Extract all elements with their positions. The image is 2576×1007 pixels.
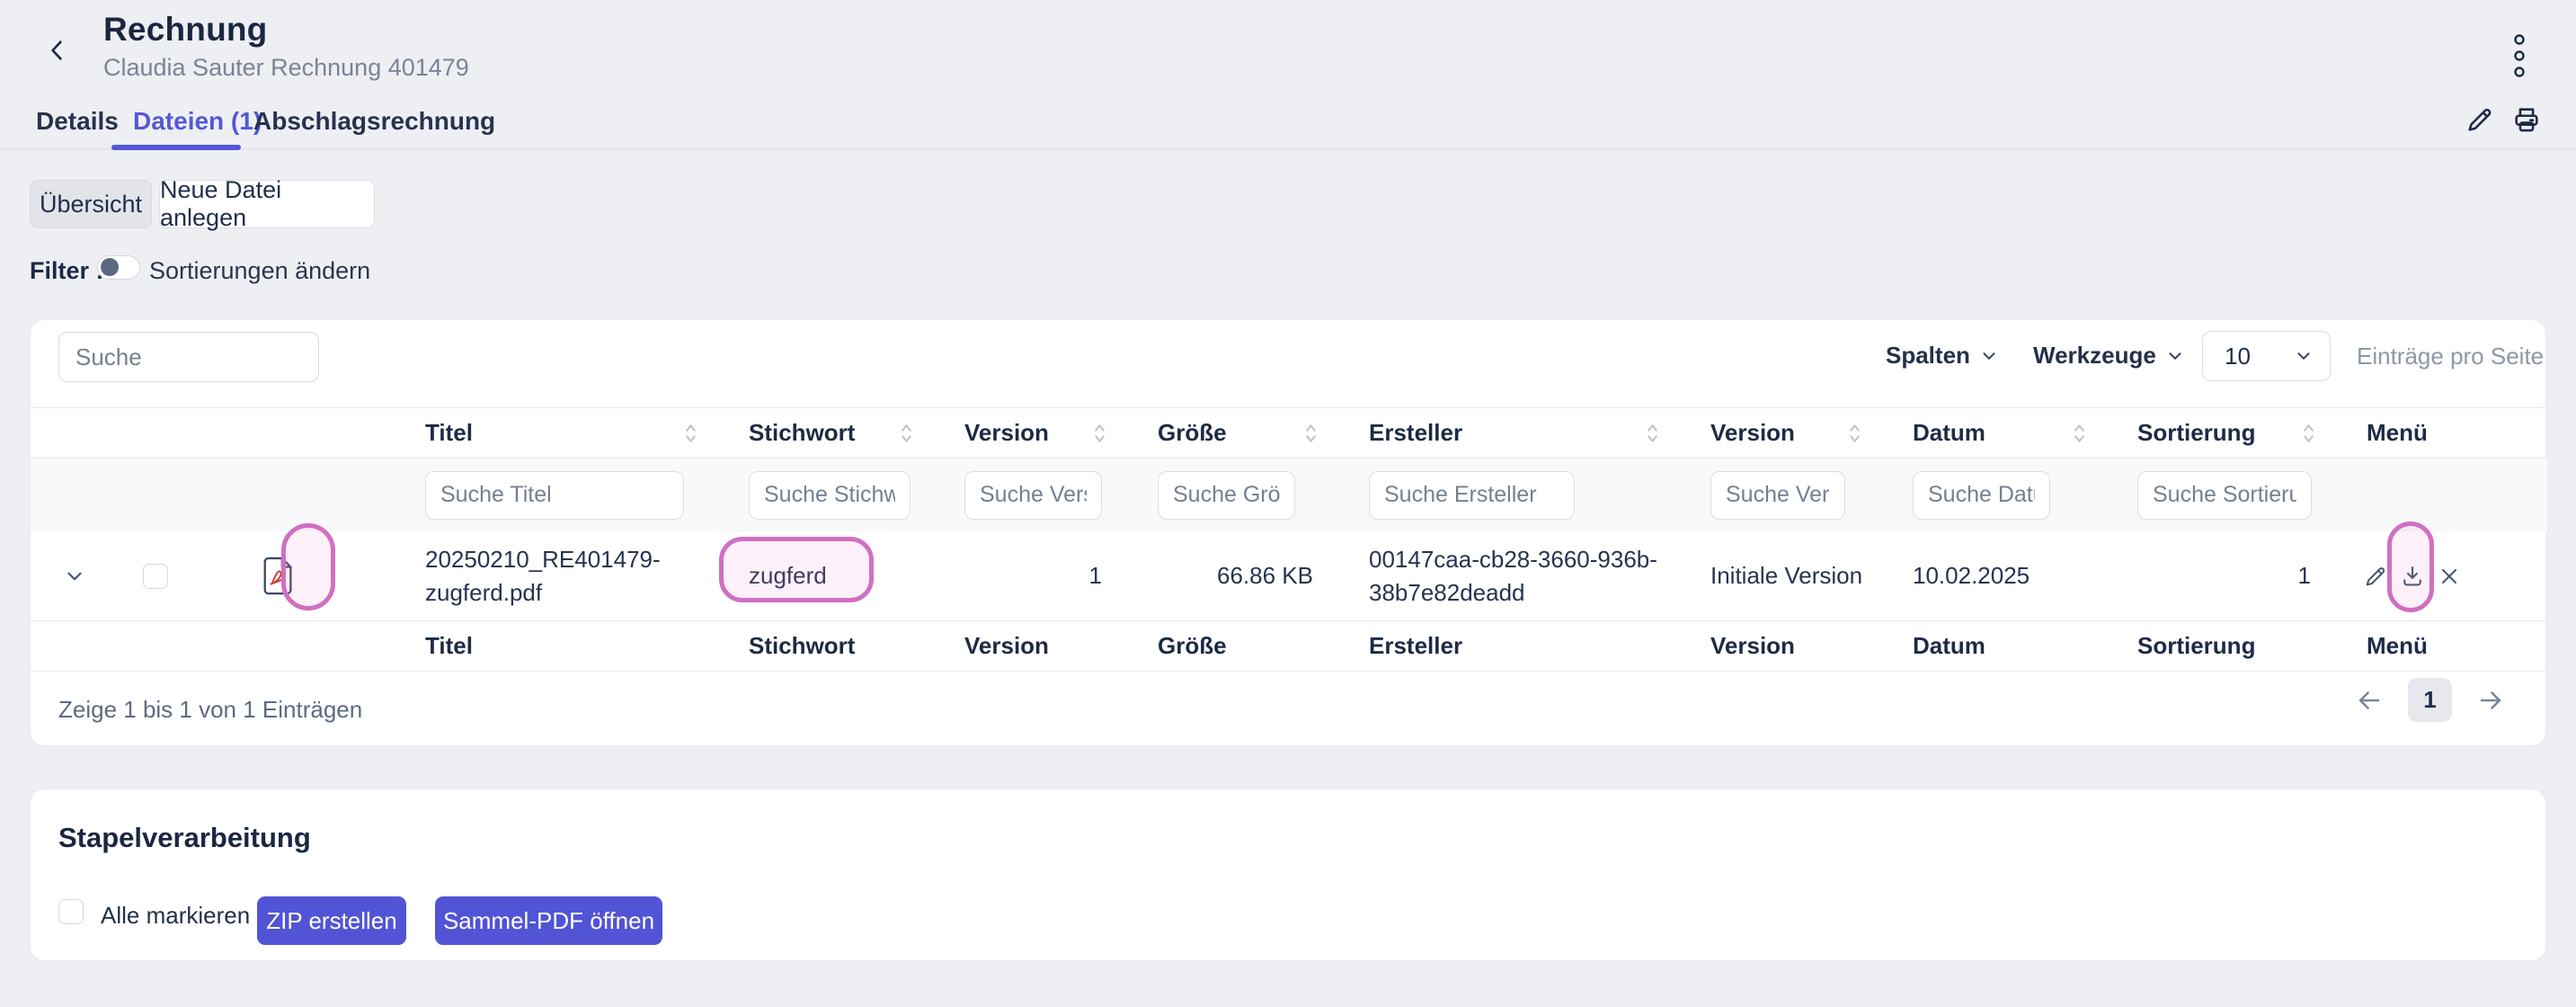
toggle-knob: [101, 258, 119, 276]
filter-datum-input[interactable]: [1913, 471, 2050, 520]
active-tab-underline: [111, 145, 241, 150]
overview-button[interactable]: Übersicht: [30, 180, 152, 228]
filter-stichwort-input[interactable]: [749, 471, 910, 520]
row-date: 10.02.2025: [1884, 531, 2109, 620]
filter-ersteller-input[interactable]: [1369, 471, 1575, 520]
pdf-file-icon[interactable]: [260, 556, 298, 597]
tab-details[interactable]: Details: [36, 107, 119, 136]
collective-pdf-button[interactable]: Sammel-PDF öffnen: [435, 896, 662, 945]
table-row: 20250210_RE401479-zugferd.pdf zugferd 1 …: [31, 531, 2547, 620]
chevron-down-icon: [2165, 346, 2185, 366]
print-icon[interactable]: [2511, 104, 2542, 135]
tab-abschlagsrechnung[interactable]: Abschlagsrechnung: [253, 107, 495, 136]
footer-header-ersteller: Ersteller: [1369, 632, 1462, 660]
page-size-label: Einträge pro Seite: [2357, 343, 2544, 370]
sort-icon[interactable]: [1305, 423, 1317, 444]
pagination: 1: [2354, 678, 2506, 722]
columns-dropdown-label: Spalten: [1886, 342, 1970, 370]
sort-icon[interactable]: [1647, 423, 1658, 444]
row-sort: 1: [2109, 531, 2338, 620]
sort-icon[interactable]: [2303, 423, 2314, 444]
table-footer-header-row: Titel Stichwort Version Größe Ersteller …: [31, 620, 2547, 672]
page-subtitle: Claudia Sauter Rechnung 401479: [103, 54, 469, 82]
search-input[interactable]: [58, 332, 319, 382]
row-expand-icon[interactable]: [31, 531, 118, 620]
tools-dropdown[interactable]: Werkzeuge: [2033, 342, 2185, 370]
filter-version-input[interactable]: [964, 471, 1102, 520]
row-title[interactable]: 20250210_RE401479-zugferd.pdf: [396, 531, 720, 620]
table-filter-row: [31, 459, 2547, 531]
row-size: 66.86 KB: [1129, 531, 1340, 620]
columns-dropdown[interactable]: Spalten: [1886, 342, 1999, 370]
footer-header-version: Version: [964, 632, 1049, 660]
footer-header-menu: Menü: [2367, 632, 2428, 660]
back-icon[interactable]: [43, 36, 72, 65]
sort-icon[interactable]: [685, 423, 697, 444]
filter-version2-input[interactable]: [1710, 471, 1845, 520]
row-keyword: zugferd: [720, 531, 936, 620]
sort-icon[interactable]: [2074, 423, 2085, 444]
entries-summary: Zeige 1 bis 1 von 1 Einträgen: [58, 696, 362, 724]
filter-groesse-input[interactable]: [1158, 471, 1295, 520]
chevron-down-icon: [1979, 346, 1999, 366]
chevron-down-icon: [2294, 346, 2314, 366]
row-edit-icon[interactable]: [2363, 564, 2388, 589]
column-header-version2[interactable]: Version: [1710, 419, 1795, 447]
tools-dropdown-label: Werkzeuge: [2033, 342, 2156, 370]
footer-header-version2: Version: [1710, 632, 1795, 660]
footer-header-datum: Datum: [1913, 632, 1985, 660]
footer-header-stichwort: Stichwort: [749, 632, 855, 660]
row-delete-icon[interactable]: [2437, 564, 2462, 589]
row-version: 1: [936, 531, 1129, 620]
footer-header-sortierung: Sortierung: [2137, 632, 2255, 660]
batch-title: Stapelverarbeitung: [58, 822, 311, 854]
zip-button[interactable]: ZIP erstellen: [257, 896, 406, 945]
files-table-card: Spalten Werkzeuge 10 Einträge pro Seite …: [30, 319, 2546, 746]
column-header-groesse[interactable]: Größe: [1158, 419, 1227, 447]
tab-dateien[interactable]: Dateien (1): [133, 107, 262, 136]
page-number-button[interactable]: 1: [2408, 678, 2452, 722]
row-version-label: Initiale Version: [1682, 531, 1884, 620]
row-checkbox[interactable]: [143, 564, 168, 589]
column-header-ersteller[interactable]: Ersteller: [1369, 419, 1462, 447]
filter-titel-input[interactable]: [425, 471, 684, 520]
footer-header-titel: Titel: [425, 632, 473, 660]
kebab-menu-icon[interactable]: [2509, 31, 2529, 86]
row-creator: 00147caa-cb28-3660-936b-38b7e82deadd: [1340, 531, 1682, 620]
column-header-titel[interactable]: Titel: [425, 419, 473, 447]
sort-icon[interactable]: [901, 423, 912, 444]
column-header-version[interactable]: Version: [964, 419, 1049, 447]
page-size-select[interactable]: 10: [2202, 331, 2331, 381]
new-file-button[interactable]: Neue Datei anlegen: [159, 180, 375, 228]
tabs-divider: [0, 148, 2576, 150]
sort-icon[interactable]: [1094, 423, 1106, 444]
next-page-icon[interactable]: [2475, 685, 2506, 716]
select-all-checkbox[interactable]: [58, 899, 84, 924]
column-header-sortierung[interactable]: Sortierung: [2137, 419, 2255, 447]
filter-label: Filter :: [30, 257, 104, 285]
prev-page-icon[interactable]: [2354, 685, 2385, 716]
edit-icon[interactable]: [2465, 104, 2495, 135]
row-download-icon[interactable]: [2399, 563, 2426, 590]
page-title: Rechnung: [103, 11, 267, 49]
column-header-datum[interactable]: Datum: [1913, 419, 1985, 447]
footer-header-groesse: Größe: [1158, 632, 1227, 660]
sort-toggle[interactable]: [97, 255, 140, 280]
table-header-row: Titel Stichwort Version Größe Ersteller …: [31, 407, 2547, 459]
column-header-stichwort[interactable]: Stichwort: [749, 419, 855, 447]
batch-card: Stapelverarbeitung Alle markieren ZIP er…: [30, 789, 2546, 961]
column-header-menu: Menü: [2367, 419, 2428, 447]
sort-icon[interactable]: [1849, 423, 1861, 444]
page-size-value: 10: [2225, 343, 2251, 370]
filter-sortierung-input[interactable]: [2137, 471, 2312, 520]
select-all-label: Alle markieren: [101, 902, 250, 930]
sort-toggle-label: Sortierungen ändern: [149, 257, 370, 285]
